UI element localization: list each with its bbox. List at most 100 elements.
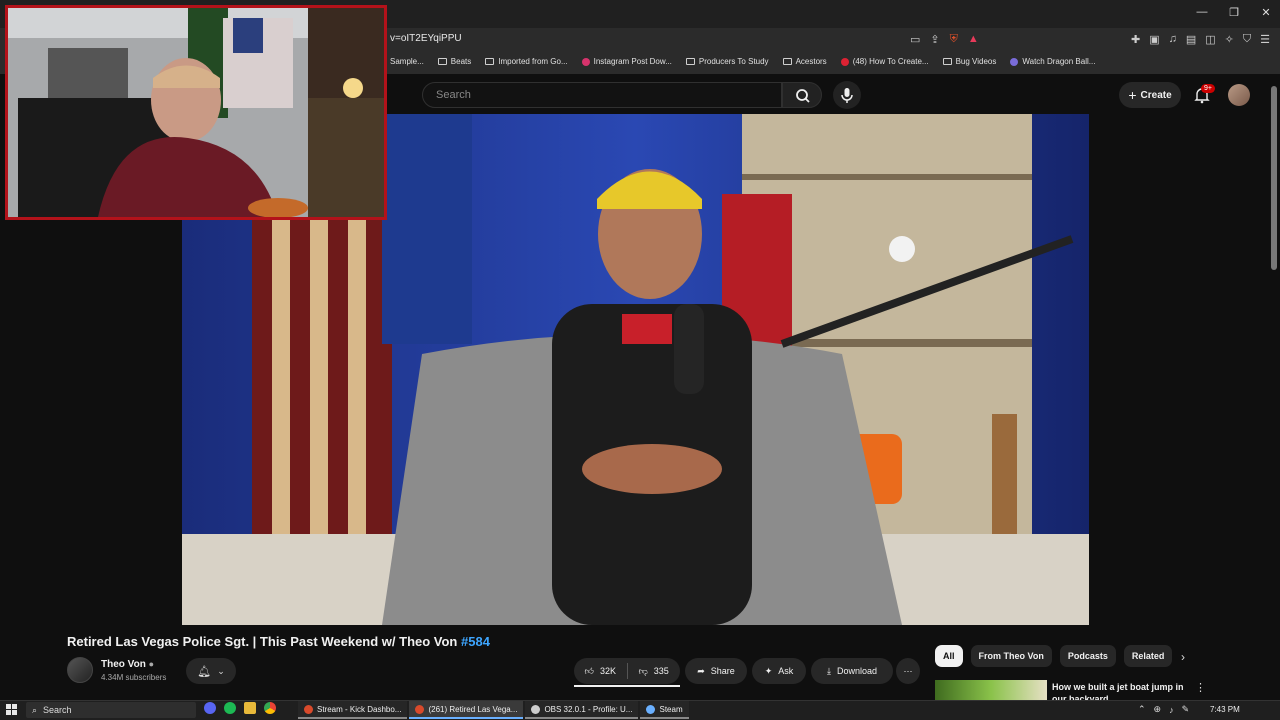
extensions-icon[interactable]: ✚ [1131,33,1140,46]
chevron-right-icon[interactable]: › [1181,650,1185,664]
restore-icon[interactable]: ❐ [1228,6,1240,19]
bookmark-label: (48) How To Create... [852,57,929,66]
page-scrollbar[interactable] [1271,86,1277,270]
dislike-button[interactable]: 👎︎ 335 [628,666,681,677]
taskbar-window-obs[interactable]: OBS 32.0.1 - Profile: U... [525,701,639,719]
bookmark-item[interactable]: Beats [437,57,471,66]
brave-icon [304,704,313,714]
microphone-icon [841,88,853,103]
download-icon: ⤓ [826,665,831,676]
bookmark-item[interactable]: Instagram Post Dow... [581,57,672,66]
like-count: 32K [599,666,616,676]
more-actions-button[interactable]: ⋯ [896,658,920,684]
close-icon[interactable]: ✕ [1260,6,1272,19]
bookmark-item[interactable]: Bug Videos [942,57,997,66]
folder-icon [485,58,495,65]
video-hashtag[interactable]: #584 [461,634,490,649]
recommendation-title[interactable]: How we built a jet boat jump in our back… [1052,681,1192,701]
address-bar-url[interactable]: v=oIT2EYqiPPU [390,33,462,44]
bookmark-label: Sample... [390,57,424,66]
channel-name-text: Theo Von [101,659,146,670]
bookmarks-list: Sample... Beats Imported from Go... Inst… [390,57,1095,66]
bell-icon: 🔔︎ [197,665,212,678]
share-label: Share [710,666,735,676]
bookmark-item[interactable]: Imported from Go... [485,57,568,66]
tab-search-icon[interactable]: ▣ [1149,33,1159,46]
windows-start-icon[interactable] [6,704,17,715]
steam-icon [646,704,656,714]
search-input[interactable]: Search [422,82,782,108]
pen-icon[interactable]: ✎ [1182,704,1190,715]
ask-button[interactable]: ✦ Ask [752,658,806,684]
sidebar-icon[interactable]: ◫ [1205,33,1215,46]
taskbar-window-label: Steam [659,704,683,714]
rewards-icon[interactable]: ▲ [968,33,979,46]
taskbar-search[interactable]: ⌕ Search [26,702,196,718]
webcam-overlay [5,5,387,220]
vpn-icon[interactable]: ⛉ [1243,33,1251,46]
search-button[interactable] [782,82,822,108]
install-icon[interactable]: ▭ [910,33,920,46]
create-label: Create [1140,89,1172,101]
taskbar-window-label: (261) Retired Las Vega... [428,704,518,714]
bookmark-item[interactable]: (48) How To Create... [840,57,929,66]
menu-icon[interactable]: ☰ [1260,33,1270,46]
chevron-down-icon: ⌄ [217,665,225,676]
share-icon: ➦ [697,665,705,676]
tray-chevron-icon[interactable]: ⌃ [1138,704,1146,715]
bookmark-label: Bug Videos [955,57,997,66]
folder-icon [782,58,792,65]
chip-podcasts[interactable]: Podcasts [1059,645,1116,667]
brave-icon [415,704,425,714]
search-icon [796,89,810,103]
discord-icon[interactable] [204,702,216,714]
recommendation-thumbnail[interactable] [935,680,1047,702]
spotify-icon[interactable] [224,702,236,714]
chrome-icon[interactable] [264,702,276,714]
verified-icon: ● [148,659,155,669]
network-icon[interactable]: ⊕ [1154,704,1162,715]
media-icon[interactable]: ♫ [1169,33,1177,46]
address-bar-icons: ▭ ⇪ ⛨ ▲ [910,33,979,46]
chip-all[interactable]: All [935,645,963,667]
bookmark-item[interactable]: Acestors [782,57,827,66]
brave-shield-icon[interactable]: ⛨ [950,33,958,46]
wallet-icon[interactable]: ▤ [1186,33,1196,46]
taskbar-window-kick[interactable]: Stream - Kick Dashbo... [298,701,408,719]
leo-icon[interactable]: ✧ [1225,33,1234,46]
taskbar-clock[interactable]: 7:43 PM [1210,705,1240,714]
search-icon: ⌕ [32,704,38,715]
channel-avatar[interactable] [67,657,93,683]
taskbar-window-youtube[interactable]: (261) Retired Las Vega... [409,701,524,719]
download-button[interactable]: ⤓ Download [811,658,893,684]
bookmark-item[interactable]: Watch Dragon Ball... [1010,57,1095,66]
bookmark-label: Watch Dragon Ball... [1022,57,1096,66]
video-title-text: Retired Las Vegas Police Sgt. | This Pas… [67,634,458,649]
share-button[interactable]: ➦ Share [685,658,747,684]
ask-label: Ask [778,666,794,676]
volume-icon[interactable]: ♪ [1169,705,1174,715]
webcam-image [8,8,384,217]
folder-icon [437,58,447,65]
file-explorer-icon[interactable] [244,702,256,714]
create-button[interactable]: + Create [1119,82,1181,108]
bookmark-item[interactable]: Producers To Study [685,57,769,66]
account-avatar[interactable] [1228,84,1250,106]
taskbar-windows: Stream - Kick Dashbo... (261) Retired La… [298,701,689,719]
taskbar-search-label: Search [43,705,72,715]
chip-related[interactable]: Related [1123,645,1173,667]
more-vertical-icon[interactable]: ⋮ [1195,681,1206,694]
plus-icon: + [1128,87,1137,103]
channel-name[interactable]: Theo Von ● [101,659,154,670]
like-button[interactable]: 👍︎ 32K [574,666,627,677]
voice-search-button[interactable] [833,81,861,109]
bookmark-item[interactable]: Sample... [390,57,424,66]
taskbar-window-steam[interactable]: Steam [640,701,689,719]
minimize-icon[interactable]: — [1196,6,1208,19]
subscribed-button[interactable]: 🔔︎ ⌄ [186,658,236,684]
taskbar-window-label: Stream - Kick Dashbo... [317,704,402,714]
dislike-count: 335 [653,666,669,676]
share-page-icon[interactable]: ⇪ [930,33,939,46]
chip-from-channel[interactable]: From Theo Von [970,645,1052,667]
instagram-icon [581,57,590,66]
